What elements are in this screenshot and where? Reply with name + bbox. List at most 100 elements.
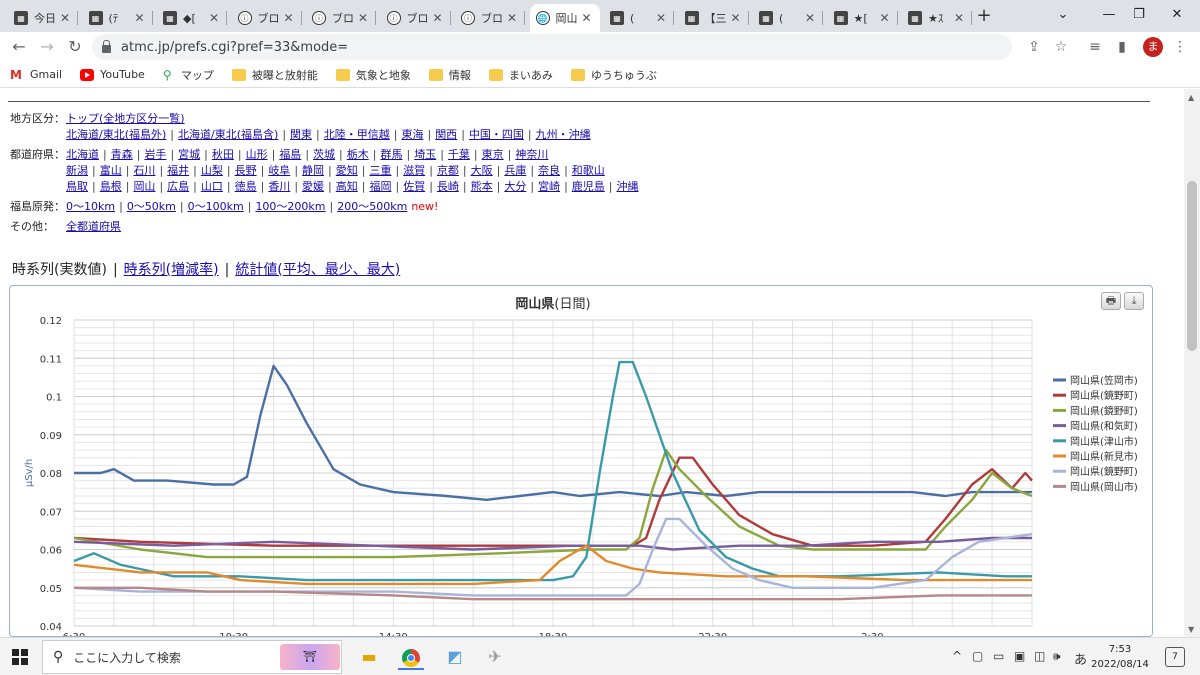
- nav-link[interactable]: 香川: [268, 180, 290, 193]
- nav-link[interactable]: 福島: [279, 148, 301, 161]
- tray-app-icon[interactable]: ▢: [972, 649, 983, 663]
- nav-link[interactable]: 鹿児島: [572, 180, 605, 193]
- nav-link[interactable]: 北海道/東北(福島外): [66, 128, 166, 141]
- network-icon[interactable]: ◫: [1034, 649, 1045, 663]
- bookmark-item[interactable]: 被曝と放射能: [231, 67, 318, 83]
- bookmark-item[interactable]: まいあみ: [488, 67, 553, 83]
- nav-link[interactable]: 長野: [235, 164, 257, 177]
- close-tab-icon[interactable]: ✕: [282, 11, 296, 25]
- nav-link[interactable]: 神奈川: [515, 148, 548, 161]
- nav-link[interactable]: 静岡: [302, 164, 324, 177]
- nav-link[interactable]: 岐阜: [268, 164, 290, 177]
- nav-link[interactable]: 全都道府県: [66, 220, 121, 233]
- nav-link[interactable]: 北海道/東北(福島含): [178, 128, 278, 141]
- chrome-icon[interactable]: [398, 644, 424, 670]
- menu-icon[interactable]: ⋮: [1170, 37, 1190, 57]
- nav-link[interactable]: 栃木: [347, 148, 369, 161]
- scroll-down-icon[interactable]: ▼: [1188, 625, 1194, 634]
- nav-link[interactable]: 宮城: [178, 148, 200, 161]
- nav-link[interactable]: 北陸・甲信越: [324, 128, 390, 141]
- close-tab-icon[interactable]: ✕: [729, 11, 743, 25]
- nav-link[interactable]: 宮崎: [538, 180, 560, 193]
- scroll-up-icon[interactable]: ▲: [1188, 93, 1194, 102]
- nav-link[interactable]: 関東: [290, 128, 312, 141]
- nav-link[interactable]: 岡山: [133, 180, 155, 193]
- bookmark-item[interactable]: 情報: [428, 67, 471, 83]
- browser-tab[interactable]: ▦ ★[✕: [828, 4, 898, 32]
- nav-link[interactable]: 岩手: [144, 148, 166, 161]
- nav-link[interactable]: 千葉: [448, 148, 470, 161]
- battery-icon[interactable]: ▭: [993, 649, 1004, 663]
- nav-link[interactable]: 200～500km: [337, 200, 407, 213]
- nav-link[interactable]: 100～200km: [255, 200, 325, 213]
- close-tab-icon[interactable]: ✕: [431, 11, 445, 25]
- close-tab-icon[interactable]: ✕: [58, 11, 72, 25]
- nav-link[interactable]: 島根: [100, 180, 122, 193]
- share-icon[interactable]: ⇪: [1024, 37, 1044, 57]
- nav-link[interactable]: 福岡: [369, 180, 391, 193]
- browser-tab[interactable]: ⓘ ブロ ✕: [306, 4, 376, 32]
- browser-tab[interactable]: ▦ (✕: [604, 4, 674, 32]
- close-tab-icon[interactable]: ✕: [133, 11, 147, 25]
- bookmark-item[interactable]: ⚲ マップ: [163, 67, 214, 83]
- nav-link[interactable]: 愛知: [336, 164, 358, 177]
- side-panel-icon[interactable]: ▮: [1112, 37, 1132, 57]
- browser-tab[interactable]: ▦ 今日 ✕: [8, 4, 78, 32]
- nav-link[interactable]: 中国・四国: [469, 128, 524, 141]
- close-window-icon[interactable]: ✕: [1154, 0, 1200, 32]
- volume-icon[interactable]: 🕪: [1053, 649, 1061, 664]
- nav-link[interactable]: 山梨: [201, 164, 223, 177]
- festival-icon[interactable]: ⛩: [280, 644, 340, 670]
- nav-link[interactable]: 石川: [133, 164, 155, 177]
- bookmark-star-icon[interactable]: ☆: [1051, 37, 1071, 57]
- reading-list-icon[interactable]: ≡: [1085, 37, 1105, 57]
- nav-link[interactable]: 北海道: [66, 148, 99, 161]
- nav-link[interactable]: 京都: [437, 164, 459, 177]
- browser-tab[interactable]: ⓘ ブロ ✕: [381, 4, 451, 32]
- address-bar[interactable]: atmc.jp/prefs.cgi?pref=33&mode=: [92, 34, 1012, 60]
- browser-tab[interactable]: ⓘ ブロ ✕: [455, 4, 525, 32]
- nav-link[interactable]: 長崎: [437, 180, 459, 193]
- tab-search-icon[interactable]: ⌄: [1040, 0, 1086, 32]
- clock[interactable]: 7:53 2022/08/14: [1090, 642, 1150, 672]
- nav-link[interactable]: 九州・沖縄: [536, 128, 591, 141]
- nav-link[interactable]: 徳島: [235, 180, 257, 193]
- new-tab-button[interactable]: +: [972, 5, 996, 29]
- nav-link[interactable]: 佐賀: [403, 180, 425, 193]
- nav-link[interactable]: 滋賀: [403, 164, 425, 177]
- nav-link[interactable]: 秋田: [212, 148, 234, 161]
- nav-link[interactable]: 広島: [167, 180, 189, 193]
- nav-link[interactable]: 奈良: [538, 164, 560, 177]
- nav-link[interactable]: 沖縄: [617, 180, 639, 193]
- close-tab-icon[interactable]: ✕: [580, 11, 594, 25]
- nav-link[interactable]: 新潟: [66, 164, 88, 177]
- close-tab-icon[interactable]: ✕: [803, 11, 817, 25]
- page-scrollbar[interactable]: ▲ ▼: [1184, 89, 1200, 637]
- close-tab-icon[interactable]: ✕: [356, 11, 370, 25]
- browser-tab[interactable]: 🌐 岡山 ✕: [529, 4, 600, 32]
- nav-link[interactable]: 茨城: [313, 148, 335, 161]
- chevron-up-icon[interactable]: ^: [952, 649, 962, 663]
- nav-link[interactable]: 0～50km: [127, 200, 176, 213]
- bookmark-item[interactable]: YouTube: [80, 68, 145, 81]
- nav-link[interactable]: 東海: [401, 128, 423, 141]
- browser-tab[interactable]: ▦ 【三 ✕: [679, 4, 749, 32]
- bookmark-item[interactable]: ゆうちゅうぶ: [570, 67, 657, 83]
- nav-link[interactable]: 兵庫: [504, 164, 526, 177]
- browser-tab[interactable]: ⓘ ブロ ✕: [232, 4, 302, 32]
- nav-link[interactable]: 福井: [167, 164, 189, 177]
- close-tab-icon[interactable]: ✕: [207, 11, 221, 25]
- back-icon[interactable]: ←: [8, 36, 30, 58]
- nav-link[interactable]: 東京: [482, 148, 504, 161]
- nav-link[interactable]: 群馬: [380, 148, 402, 161]
- view-tab-statistics[interactable]: 統計値(平均、最少、最大): [235, 262, 400, 278]
- profile-avatar[interactable]: ま: [1143, 37, 1163, 57]
- bookmark-item[interactable]: M Gmail: [10, 68, 62, 82]
- nav-link[interactable]: 和歌山: [572, 164, 605, 177]
- close-tab-icon[interactable]: ✕: [654, 11, 668, 25]
- nav-link[interactable]: 三重: [369, 164, 391, 177]
- nav-link[interactable]: 大阪: [471, 164, 493, 177]
- notification-icon[interactable]: 7: [1165, 647, 1185, 667]
- nav-link[interactable]: 山口: [201, 180, 223, 193]
- nav-link[interactable]: トップ(全地方区分一覧): [66, 112, 185, 125]
